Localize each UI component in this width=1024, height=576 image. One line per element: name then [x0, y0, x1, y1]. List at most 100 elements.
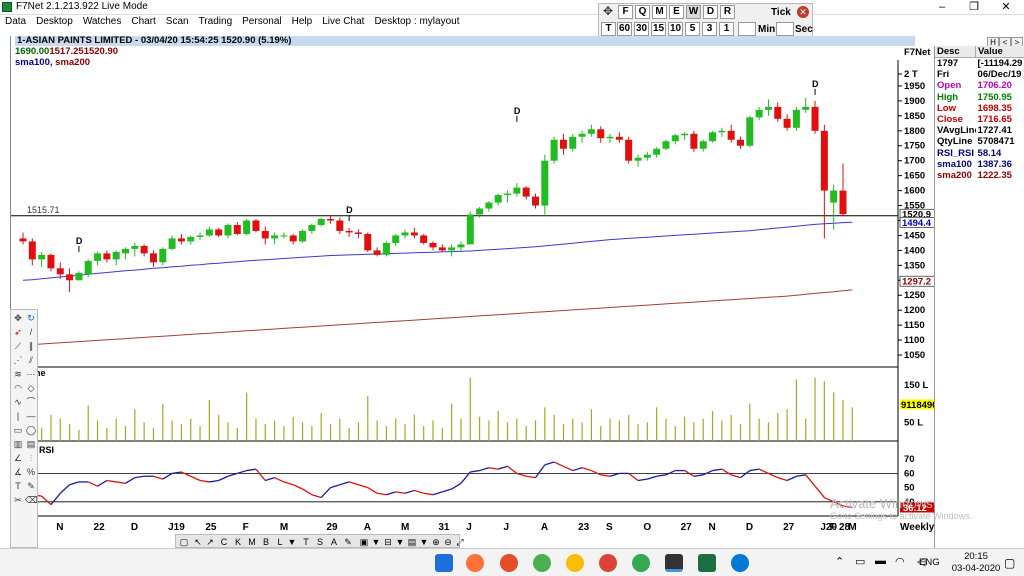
browser-icon[interactable] [500, 554, 518, 572]
sec-input[interactable] [776, 22, 794, 36]
tf-3-button[interactable]: 3 [702, 22, 717, 36]
columns-icon[interactable]: ▤ [25, 438, 37, 450]
save-dropdown-icon[interactable]: ▼ [370, 536, 382, 548]
value-column-header[interactable]: Value [976, 46, 1003, 57]
trendline-icon[interactable]: / [25, 326, 37, 338]
chrome-icon[interactable] [533, 554, 551, 572]
zoom-out-icon[interactable]: ⊖ [442, 536, 454, 548]
vline-icon[interactable]: | [12, 410, 24, 422]
minimize-button[interactable]: – [926, 0, 958, 15]
toolbar-close-icon[interactable]: ✕ [797, 6, 809, 18]
menu-live-chat[interactable]: Live Chat [317, 15, 369, 29]
tf-d-button[interactable]: D [703, 5, 718, 19]
chrome-extra-icon[interactable] [632, 554, 650, 572]
tf-m-button[interactable]: M [652, 5, 667, 19]
tf-f-button[interactable]: F [618, 5, 633, 19]
close-button[interactable]: ✕ [990, 0, 1022, 15]
chrome-alt-icon[interactable] [599, 554, 617, 572]
speed-icon[interactable]: ⫶ [25, 452, 37, 464]
chart-type-l-button[interactable]: L [274, 536, 286, 548]
maximize-button[interactable]: ❐ [958, 0, 990, 15]
tf-1-button[interactable]: 1 [719, 22, 734, 36]
save-icon[interactable]: ▣ [358, 536, 370, 548]
chart-type-c-button[interactable]: C [218, 536, 230, 548]
pen-icon[interactable]: ✎ [342, 536, 354, 548]
fit-icon[interactable]: ⤢ [454, 536, 466, 548]
min-input[interactable] [738, 22, 756, 36]
arrow-right-icon[interactable]: ↗ [204, 536, 216, 548]
tf-r-button[interactable]: R [720, 5, 735, 19]
tray-network-icon[interactable]: ▭ [855, 555, 865, 568]
arrow-left-icon[interactable]: ↖ [192, 536, 204, 548]
alert-a-button[interactable]: A [328, 536, 340, 548]
zoom-in-icon[interactable]: ⊕ [430, 536, 442, 548]
chart-type-m-button[interactable]: M [246, 536, 258, 548]
parallel-icon[interactable]: ∥ [25, 340, 37, 352]
wave-icon[interactable]: ∿ [12, 396, 24, 408]
ellipse-icon[interactable]: ◯ [25, 424, 37, 436]
edge-icon[interactable] [731, 554, 749, 572]
layout-dropdown-icon[interactable]: ▼ [418, 536, 430, 548]
file-explorer-icon[interactable] [435, 554, 453, 572]
pitchfork-icon[interactable]: ⋰ [12, 354, 24, 366]
menu-trading[interactable]: Trading [194, 15, 238, 29]
tray-chevron-icon[interactable]: ⌃ [835, 555, 844, 568]
cycle-icon[interactable]: ⌒ [25, 396, 37, 408]
arc-icon[interactable]: ◠ [12, 382, 24, 394]
template-dropdown-icon[interactable]: ▼ [394, 536, 406, 548]
chart-type-dropdown-icon[interactable]: ▼ [286, 536, 298, 548]
tf-e-button[interactable]: E [669, 5, 684, 19]
fibonacci-icon[interactable]: ≋ [12, 368, 24, 380]
tf-10-button[interactable]: 10 [668, 22, 683, 36]
tf-t-button[interactable]: T [601, 22, 616, 36]
notification-icon[interactable]: ▢ [1004, 556, 1015, 570]
channel-icon[interactable]: ⫽ [25, 354, 37, 366]
tf-30-button[interactable]: 30 [634, 22, 649, 36]
menu-scan[interactable]: Scan [161, 15, 194, 29]
angle45-icon[interactable]: ∡ [12, 466, 24, 478]
barcode-icon[interactable]: ▥ [12, 438, 24, 450]
chart-window[interactable]: 2 T 1950 1900 1850 1800 1750 1700 1650 1600 1550 1… [10, 36, 936, 548]
ray-icon[interactable]: ⟋ [12, 340, 24, 352]
hline-icon[interactable]: — [25, 410, 37, 422]
angle-icon[interactable]: ∠ [12, 452, 24, 464]
tray-battery-icon[interactable]: ▬ [875, 555, 886, 567]
refresh-icon[interactable]: ↻ [25, 312, 37, 324]
crosshair-move-icon[interactable]: ✥ [602, 5, 614, 17]
scissors-icon[interactable]: ✂ [12, 494, 24, 506]
text-icon[interactable]: T [12, 480, 24, 492]
menu-desktop[interactable]: Desktop [31, 15, 78, 29]
tray-time[interactable]: 20:15 [955, 551, 997, 562]
pointer-icon[interactable]: ➶ [12, 326, 24, 338]
box-icon[interactable]: ▭ [12, 424, 24, 436]
tf-5-button[interactable]: 5 [685, 22, 700, 36]
diamond-icon[interactable]: ◇ [25, 382, 37, 394]
text-tool-button[interactable]: T [300, 536, 312, 548]
desc-column-header[interactable]: Desc [935, 46, 976, 57]
price-chart[interactable]: 2 T1950190018501800175017001650160015501… [11, 36, 936, 548]
menu-data[interactable]: Data [0, 15, 31, 29]
chart-type-k-button[interactable]: K [232, 536, 244, 548]
tray-date[interactable]: 03-04-2020 [950, 563, 1002, 574]
eraser-icon[interactable]: ⌫ [25, 494, 38, 506]
template-icon[interactable]: ⊟ [382, 536, 394, 548]
menu-chart[interactable]: Chart [126, 15, 160, 29]
frame-icon[interactable]: ▢ [178, 536, 190, 548]
chart-type-b-button[interactable]: B [260, 536, 272, 548]
menu-desktop-layout[interactable]: Desktop : mylayout [369, 15, 464, 29]
percent-icon[interactable]: % [25, 466, 37, 478]
tray-wifi-icon[interactable]: ◠ [895, 555, 905, 568]
excel-icon[interactable] [698, 554, 716, 572]
tf-q-button[interactable]: Q [635, 5, 650, 19]
chrome-profile-icon[interactable] [566, 554, 584, 572]
crosshair-icon[interactable]: ✥ [12, 312, 24, 324]
tf-15-button[interactable]: 15 [651, 22, 666, 36]
layout-icon[interactable]: ▤ [406, 536, 418, 548]
f7net-taskbar-icon[interactable] [665, 554, 683, 572]
tray-language[interactable]: ENG [919, 557, 940, 568]
gann-icon[interactable]: ⋯ [25, 368, 37, 380]
menu-watches[interactable]: Watches [78, 15, 127, 29]
menu-help[interactable]: Help [287, 15, 318, 29]
tf-w-button[interactable]: W [686, 5, 701, 19]
study-s-button[interactable]: S [314, 536, 326, 548]
